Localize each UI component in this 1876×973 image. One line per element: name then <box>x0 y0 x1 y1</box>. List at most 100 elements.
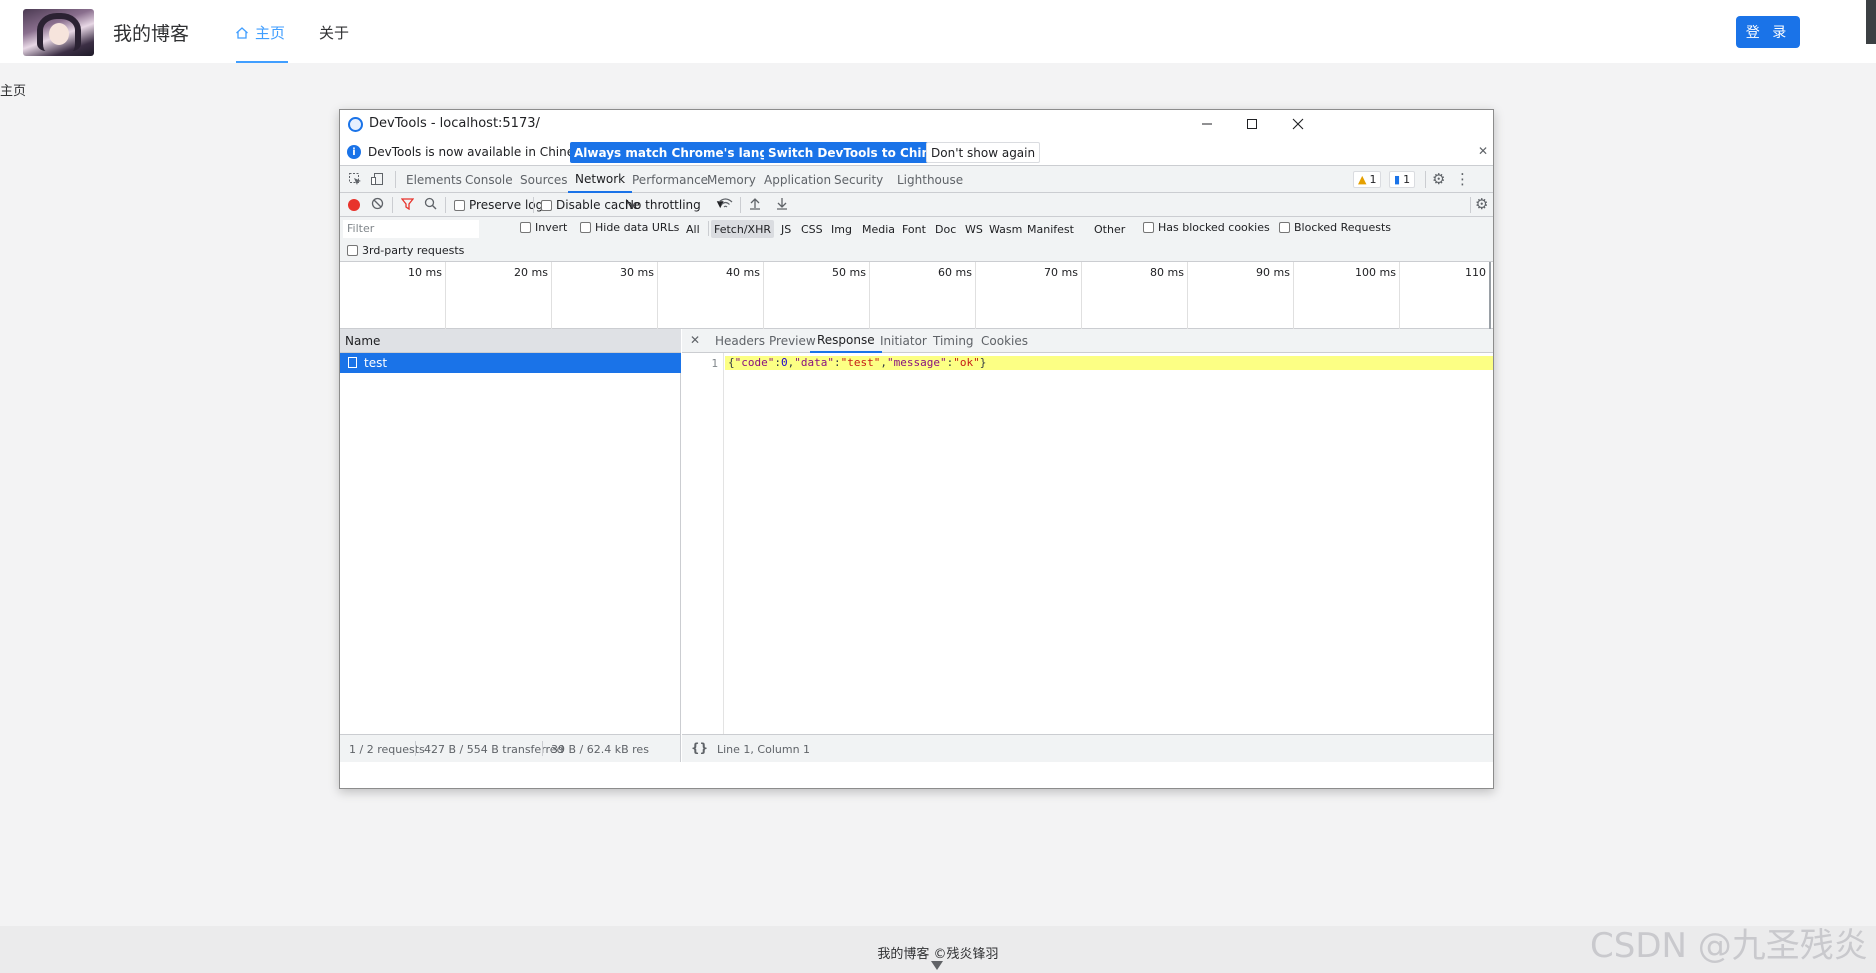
hide-data-urls-checkbox[interactable]: Hide data URLs <box>580 221 679 234</box>
filter-type-wasm[interactable]: Wasm <box>986 220 1025 238</box>
tab-performance[interactable]: Performance <box>632 166 708 193</box>
checkbox[interactable] <box>1279 222 1290 233</box>
checkbox[interactable] <box>347 245 358 256</box>
close-window-button[interactable] <box>1283 113 1313 135</box>
filter-bar-secondary: 3rd-party requests <box>340 240 1493 262</box>
throttling-value: No throttling <box>625 198 701 212</box>
timeline-tick: 30 ms <box>552 262 658 329</box>
cursor-position: Line 1, Column 1 <box>717 743 811 756</box>
network-settings-gear-icon[interactable]: ⚙ <box>1475 195 1488 213</box>
divider <box>395 171 396 188</box>
record-icon[interactable] <box>348 199 360 211</box>
network-conditions-icon[interactable] <box>718 197 733 214</box>
dont-show-again-button[interactable]: Don't show again <box>926 142 1041 163</box>
page-content-text: 主页 <box>0 84 27 99</box>
filter-icon[interactable] <box>400 197 415 214</box>
timeline-tick: 100 ms <box>1294 262 1400 329</box>
checkbox[interactable] <box>520 222 531 233</box>
checkbox[interactable] <box>1143 222 1154 233</box>
messages-badge[interactable]: ▮ 1 <box>1389 171 1416 188</box>
filter-type-font[interactable]: Font <box>899 220 929 238</box>
filter-type-doc[interactable]: Doc <box>932 220 959 238</box>
clear-icon[interactable] <box>371 197 384 214</box>
blocked-requests-label: Blocked Requests <box>1294 221 1392 234</box>
download-icon[interactable] <box>776 197 788 214</box>
maximize-button[interactable] <box>1237 113 1267 135</box>
name-column-header[interactable]: Name <box>340 329 681 353</box>
maximize-icon <box>1247 119 1257 129</box>
third-party-label: 3rd-party requests <box>362 244 465 257</box>
window-title: DevTools - localhost:5173/ <box>369 116 540 131</box>
avatar[interactable] <box>23 9 94 56</box>
divider <box>415 741 416 756</box>
filter-type-fetch-xhr[interactable]: Fetch/XHR <box>711 220 774 238</box>
avatar-face <box>49 23 69 45</box>
third-party-checkbox[interactable]: 3rd-party requests <box>347 244 464 257</box>
tab-timing[interactable]: Timing <box>933 329 974 353</box>
more-options-icon[interactable]: ⋮ <box>1455 170 1470 188</box>
tab-elements[interactable]: Elements <box>406 166 462 193</box>
pretty-print-icon[interactable]: {} <box>691 741 708 755</box>
tab-headers[interactable]: Headers <box>715 329 765 353</box>
tab-security[interactable]: Security <box>834 166 883 193</box>
divider <box>1470 197 1471 213</box>
requests-count: 1 / 2 requests <box>349 743 425 756</box>
blocked-requests-checkbox[interactable]: Blocked Requests <box>1279 221 1391 234</box>
divider <box>542 741 543 756</box>
detail-tabs: ✕ Headers Preview Response Initiator Tim… <box>682 329 1493 353</box>
settings-gear-icon[interactable]: ⚙ <box>1432 170 1445 188</box>
tab-cookies[interactable]: Cookies <box>981 329 1028 353</box>
invert-checkbox[interactable]: Invert <box>520 221 567 234</box>
login-button[interactable]: 登 录 <box>1736 16 1800 48</box>
tab-sources[interactable]: Sources <box>520 166 567 193</box>
tab-application[interactable]: Application <box>764 166 831 193</box>
filter-type-img[interactable]: Img <box>828 220 855 238</box>
response-line[interactable]: {"code":0,"data":"test","message":"ok"} <box>725 356 1493 370</box>
upload-icon[interactable] <box>749 197 761 214</box>
search-icon[interactable] <box>424 197 437 214</box>
message-icon: ▮ <box>1394 173 1401 186</box>
timeline-tick: 20 ms <box>446 262 552 329</box>
filter-type-all[interactable]: All <box>683 220 703 238</box>
checkbox[interactable] <box>454 199 465 211</box>
timeline-tick: 10 ms <box>340 262 446 329</box>
filter-input[interactable]: Filter <box>343 220 479 238</box>
infobar-close-icon[interactable]: ✕ <box>1478 144 1488 158</box>
tab-preview[interactable]: Preview <box>769 329 816 353</box>
close-details-icon[interactable]: ✕ <box>690 333 700 347</box>
request-list: Name test <box>340 329 681 734</box>
request-row[interactable]: test <box>340 353 681 373</box>
network-overview-timeline[interactable]: 10 ms 20 ms 30 ms 40 ms 50 ms 60 ms 70 m… <box>340 262 1493 329</box>
tab-response[interactable]: Response <box>810 329 882 353</box>
device-toolbar-icon[interactable] <box>370 172 384 190</box>
tab-lighthouse[interactable]: Lighthouse <box>897 166 963 193</box>
filter-type-media[interactable]: Media <box>859 220 898 238</box>
tab-memory[interactable]: Memory <box>707 166 756 193</box>
filter-type-other[interactable]: Other <box>1091 220 1128 238</box>
tab-console[interactable]: Console <box>465 166 513 193</box>
throttling-select[interactable]: No throttling ▼ <box>625 198 724 212</box>
nav-home[interactable]: 主页 <box>235 22 285 43</box>
tab-network[interactable]: Network <box>568 166 633 193</box>
filter-type-js[interactable]: JS <box>778 220 794 238</box>
filter-type-ws[interactable]: WS <box>962 220 986 238</box>
minimize-button[interactable] <box>1192 113 1222 135</box>
warnings-badge[interactable]: ▲ 1 <box>1353 171 1382 188</box>
response-body[interactable]: {"code":0,"data":"test","message":"ok"} <box>728 356 986 369</box>
titlebar: DevTools - localhost:5173/ <box>340 110 1493 138</box>
inspect-element-icon[interactable] <box>348 172 362 190</box>
checkbox[interactable] <box>580 222 591 233</box>
has-blocked-cookies-label: Has blocked cookies <box>1158 221 1270 234</box>
filter-type-manifest[interactable]: Manifest <box>1024 220 1077 238</box>
filter-type-css[interactable]: CSS <box>798 220 826 238</box>
nav-about-label: 关于 <box>319 24 350 42</box>
checkbox[interactable] <box>541 199 552 211</box>
nav-about[interactable]: 关于 <box>319 22 349 43</box>
preserve-log-checkbox[interactable]: Preserve log <box>454 198 543 212</box>
chevron-down-icon[interactable] <box>931 961 943 970</box>
tab-initiator[interactable]: Initiator <box>880 329 927 353</box>
filter-bar: Filter Invert Hide data URLs All Fetch/X… <box>340 217 1493 240</box>
timeline-tick: 70 ms <box>976 262 1082 329</box>
timeline-tick: 90 ms <box>1188 262 1294 329</box>
has-blocked-cookies-checkbox[interactable]: Has blocked cookies <box>1143 221 1270 234</box>
